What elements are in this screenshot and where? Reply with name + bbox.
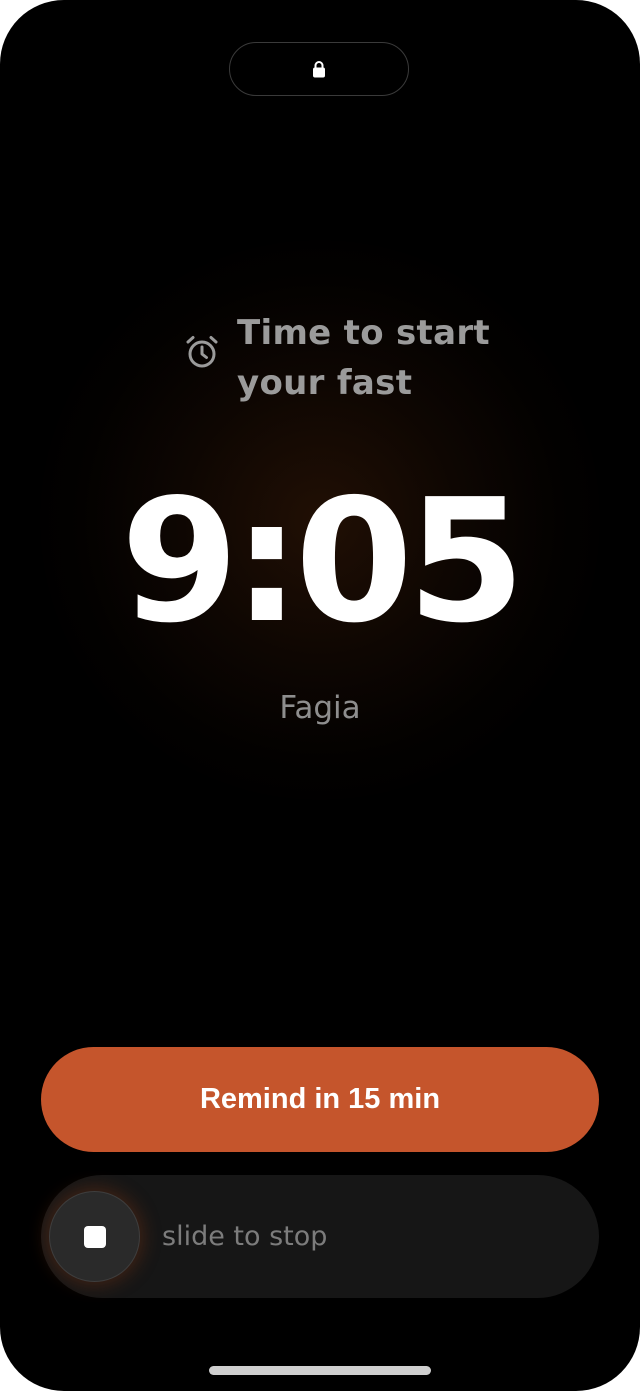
alarm-header: Time to start your fast bbox=[184, 308, 497, 408]
alarm-clock-icon bbox=[186, 336, 218, 368]
alarm-title-line2: your fast bbox=[237, 363, 413, 403]
slide-to-stop-track[interactable]: slide to stop bbox=[41, 1175, 599, 1298]
home-indicator[interactable] bbox=[209, 1366, 431, 1375]
remind-button[interactable]: Remind in 15 min bbox=[41, 1047, 599, 1152]
stop-icon bbox=[83, 1225, 106, 1248]
lock-screen: Time to start your fast 9:05 Fagia Remin… bbox=[0, 0, 640, 1391]
slide-to-stop-label: slide to stop bbox=[162, 1221, 328, 1252]
lock-icon bbox=[313, 61, 325, 78]
slide-to-stop-knob[interactable] bbox=[50, 1192, 139, 1281]
app-name: Fagia bbox=[279, 690, 361, 726]
alarm-title-line1: Time to start bbox=[237, 313, 490, 353]
dynamic-island bbox=[229, 42, 409, 96]
alarm-title: Time to start your fast bbox=[237, 308, 497, 408]
alarm-time: 9:05 bbox=[120, 463, 526, 661]
